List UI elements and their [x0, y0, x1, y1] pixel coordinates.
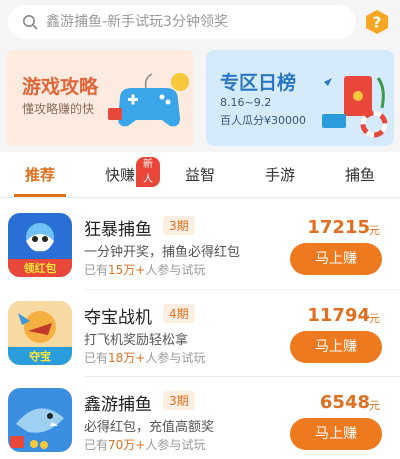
strategy-banner-subtitle: 懂攻略赚的快 [22, 102, 95, 116]
new-user-badge: 新人 [136, 157, 160, 187]
reward-unit: 元 [369, 224, 380, 237]
period-badge: 4期 [163, 304, 195, 323]
strategy-banner-title: 游戏攻略 [22, 76, 99, 98]
game-thumbnail [8, 388, 72, 452]
red-envelope-icon [322, 76, 388, 138]
game-description: 必得红包，充值高额奖 [84, 420, 215, 435]
list-item[interactable]: 领红包 狂暴捕鱼 3期 一分钟开奖，捕鱼必得红包 已有15万+人参与试玩 172… [0, 201, 400, 287]
ranking-banner-prize: 百人瓜分¥30000 [220, 114, 306, 127]
svg-text:?: ? [373, 14, 382, 32]
list-item[interactable]: 鑫游捕鱼 3期 必得红包，充值高额奖 已有70万+人参与试玩 6548 元 马上… [0, 376, 400, 459]
tab-puzzle[interactable]: 益智 [160, 152, 240, 197]
search-input[interactable] [46, 14, 346, 30]
svg-text:夺宝: 夺宝 [28, 349, 51, 363]
category-tabs: 推荐 快赚 新人 益智 手游 捕鱼 [0, 152, 400, 198]
search-bar[interactable] [8, 5, 356, 39]
strategy-banner[interactable]: 游戏攻略 懂攻略赚的快 [6, 50, 194, 146]
reward-amount: 11794 [307, 305, 370, 326]
game-thumbnail: 夺宝 [8, 301, 72, 365]
gamepad-icon [108, 73, 189, 127]
game-description: 一分钟开奖，捕鱼必得红包 [84, 245, 241, 260]
player-count: 已有70万+人参与试玩 [84, 438, 206, 452]
period-badge: 3期 [163, 391, 195, 410]
player-count: 已有15万+人参与试玩 [84, 263, 206, 277]
tab-mobile-games[interactable]: 手游 [240, 152, 320, 197]
tab-quick-earn[interactable]: 快赚 新人 [80, 152, 160, 197]
tab-fishing[interactable]: 捕鱼 [320, 152, 400, 197]
game-name: 狂暴捕鱼 [84, 220, 152, 240]
list-item[interactable]: 夺宝 夺宝战机 4期 打飞机奖励轻松拿 已有18万+人参与试玩 11794 元 … [0, 289, 400, 375]
earn-now-button[interactable]: 马上赚 [290, 331, 382, 363]
ranking-banner-title: 专区日榜 [220, 72, 297, 94]
reward-unit: 元 [369, 312, 380, 325]
ranking-banner-dates: 8.16~9.2 [220, 96, 272, 109]
top-bar: ? [0, 0, 400, 44]
help-icon[interactable]: ? [364, 9, 390, 35]
tab-recommend[interactable]: 推荐 [0, 152, 80, 197]
game-thumbnail: 领红包 [8, 213, 72, 277]
search-icon [23, 15, 38, 30]
earn-now-button[interactable]: 马上赚 [290, 418, 382, 450]
game-list: 领红包 狂暴捕鱼 3期 一分钟开奖，捕鱼必得红包 已有15万+人参与试玩 172… [0, 199, 400, 459]
reward-amount: 6548 [319, 392, 370, 413]
reward-unit: 元 [369, 399, 380, 412]
reward-amount: 17215 [307, 217, 370, 238]
game-name: 鑫游捕鱼 [84, 395, 152, 415]
period-badge: 3期 [163, 216, 195, 235]
game-description: 打飞机奖励轻松拿 [84, 333, 189, 348]
daily-ranking-banner[interactable]: 专区日榜 8.16~9.2 百人瓜分¥30000 [206, 50, 394, 146]
earn-now-button[interactable]: 马上赚 [290, 243, 382, 275]
player-count: 已有18万+人参与试玩 [84, 351, 206, 365]
svg-text:领红包: 领红包 [23, 261, 57, 275]
game-name: 夺宝战机 [84, 308, 152, 328]
